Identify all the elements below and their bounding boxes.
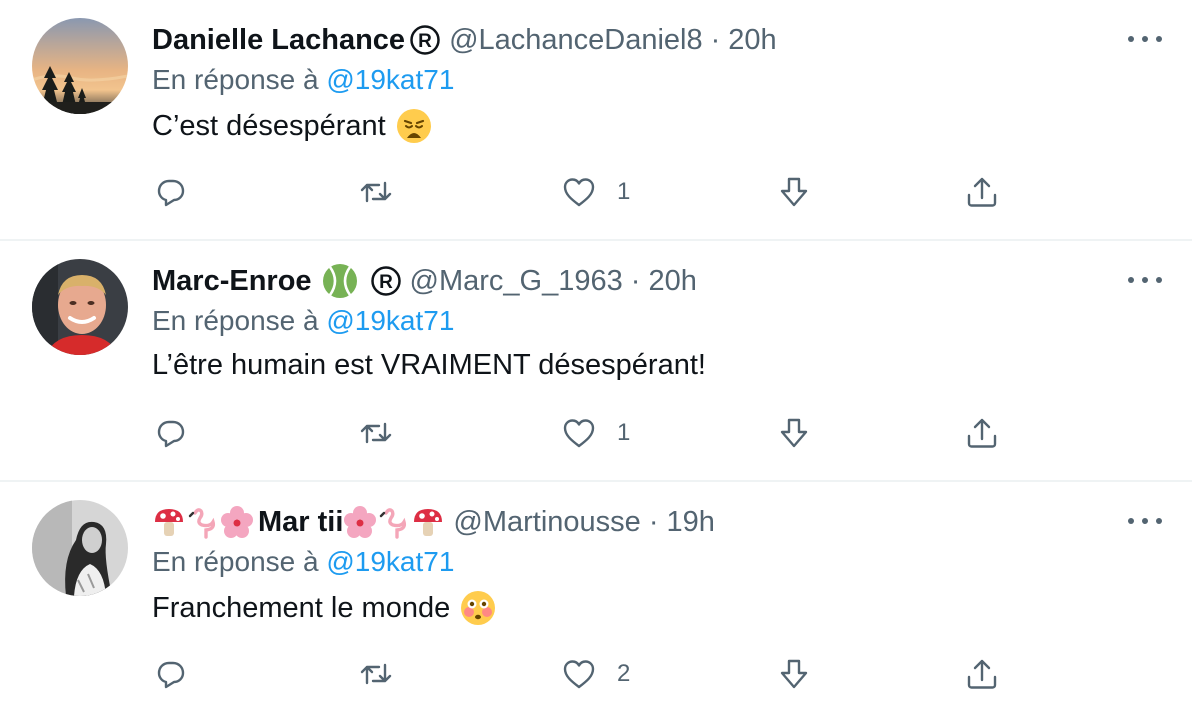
- user-handle[interactable]: @Martinousse: [453, 506, 640, 539]
- registered-badge-icon: R: [370, 265, 402, 297]
- like-button[interactable]: 1: [561, 411, 630, 455]
- weary-face-emoji-icon: [396, 108, 432, 144]
- tweet-text: Franchement le monde: [152, 590, 496, 626]
- tweet-text-content: C’est désespérant: [152, 109, 386, 142]
- tweet[interactable]: Mar tii @Martinousse · 19h En réponse à …: [0, 482, 1192, 712]
- more-options-icon[interactable]: [1128, 508, 1162, 534]
- retweet-icon: [360, 181, 392, 203]
- tweet-actions: 2: [0, 652, 1192, 696]
- reply-button[interactable]: [153, 411, 189, 455]
- tweet-text: L’être humain est VRAIMENT désespérant!: [152, 349, 706, 382]
- retweet-button[interactable]: [358, 411, 394, 455]
- flamingo-icon: [186, 505, 220, 539]
- share-icon: [967, 418, 997, 448]
- like-button[interactable]: 2: [561, 652, 630, 696]
- reply-button[interactable]: [153, 170, 189, 214]
- replying-to: En réponse à @19kat71: [152, 305, 454, 337]
- avatar[interactable]: [32, 259, 128, 355]
- hibiscus-icon: [343, 505, 377, 539]
- downvote-arrow-icon: [780, 177, 808, 207]
- heart-icon: [563, 419, 595, 448]
- reply-icon: [157, 661, 185, 689]
- tennis-ball-icon: [322, 263, 358, 299]
- display-name[interactable]: Danielle Lachance: [152, 24, 405, 57]
- tweet[interactable]: Danielle Lachance R @LachanceDaniel8 · 2…: [0, 0, 1192, 241]
- heart-icon: [563, 178, 595, 207]
- mention-link[interactable]: @19kat71: [326, 546, 454, 577]
- retweet-icon: [360, 663, 392, 685]
- avatar[interactable]: [32, 18, 128, 114]
- reply-thread: Danielle Lachance R @LachanceDaniel8 · 2…: [0, 0, 1192, 712]
- separator-dot: ·: [630, 264, 641, 297]
- tweet-actions: 1: [0, 170, 1192, 214]
- like-count: 1: [617, 178, 631, 205]
- timestamp[interactable]: 20h: [728, 24, 776, 57]
- retweet-button[interactable]: [358, 652, 394, 696]
- mushroom-icon: [152, 505, 186, 539]
- hibiscus-icon: [220, 505, 254, 539]
- separator-dot: ·: [648, 505, 659, 538]
- tweet[interactable]: Marc-Enroe R @Marc_G_1963 · 20h En répon…: [0, 241, 1192, 482]
- downvote-button[interactable]: [776, 411, 812, 455]
- avatar[interactable]: [32, 500, 128, 596]
- share-icon: [967, 659, 997, 689]
- tweet-header: Danielle Lachance R @LachanceDaniel8 · 2…: [152, 18, 777, 62]
- registered-badge-icon: R: [409, 24, 441, 56]
- timestamp[interactable]: 19h: [666, 506, 714, 539]
- flamingo-icon: [377, 505, 411, 539]
- downvote-arrow-icon: [780, 659, 808, 689]
- share-button[interactable]: [964, 411, 1000, 455]
- reply-button[interactable]: [153, 652, 189, 696]
- downvote-button[interactable]: [776, 652, 812, 696]
- tweet-header: Marc-Enroe R @Marc_G_1963 · 20h: [152, 259, 697, 303]
- like-button[interactable]: 1: [561, 170, 630, 214]
- like-count: 2: [617, 660, 631, 687]
- display-name[interactable]: Marc-Enroe: [152, 265, 312, 298]
- downvote-button[interactable]: [776, 170, 812, 214]
- tweet-text-content: Franchement le monde: [152, 591, 451, 624]
- share-button[interactable]: [964, 652, 1000, 696]
- flushed-face-emoji-icon: [460, 590, 496, 626]
- tweet-header: Mar tii @Martinousse · 19h: [152, 500, 715, 544]
- mention-link[interactable]: @19kat71: [326, 64, 454, 95]
- replying-to: En réponse à @19kat71: [152, 64, 454, 96]
- replying-prefix: En réponse à: [152, 305, 327, 336]
- like-count: 1: [617, 419, 631, 446]
- replying-prefix: En réponse à: [152, 64, 327, 95]
- timestamp[interactable]: 20h: [648, 265, 696, 298]
- tweet-text-content: L’être humain est VRAIMENT désespérant!: [152, 349, 706, 381]
- replying-prefix: En réponse à: [152, 546, 327, 577]
- mushroom-icon: [411, 505, 445, 539]
- svg-text:R: R: [418, 31, 432, 52]
- separator-dot: ·: [710, 23, 721, 56]
- more-options-icon[interactable]: [1128, 267, 1162, 293]
- more-options-icon[interactable]: [1128, 26, 1162, 52]
- share-icon: [967, 177, 997, 207]
- reply-icon: [157, 179, 185, 207]
- share-button[interactable]: [964, 170, 1000, 214]
- display-name[interactable]: Mar tii: [258, 506, 343, 539]
- tweet-actions: 1: [0, 411, 1192, 455]
- user-handle[interactable]: @Marc_G_1963: [410, 265, 623, 298]
- downvote-arrow-icon: [780, 418, 808, 448]
- retweet-icon: [360, 422, 392, 444]
- user-handle[interactable]: @LachanceDaniel8: [449, 24, 703, 57]
- retweet-button[interactable]: [358, 170, 394, 214]
- tweet-text: C’est désespérant: [152, 108, 432, 144]
- heart-icon: [563, 660, 595, 689]
- replying-to: En réponse à @19kat71: [152, 546, 454, 578]
- svg-text:R: R: [379, 272, 393, 293]
- reply-icon: [157, 420, 185, 448]
- mention-link[interactable]: @19kat71: [326, 305, 454, 336]
